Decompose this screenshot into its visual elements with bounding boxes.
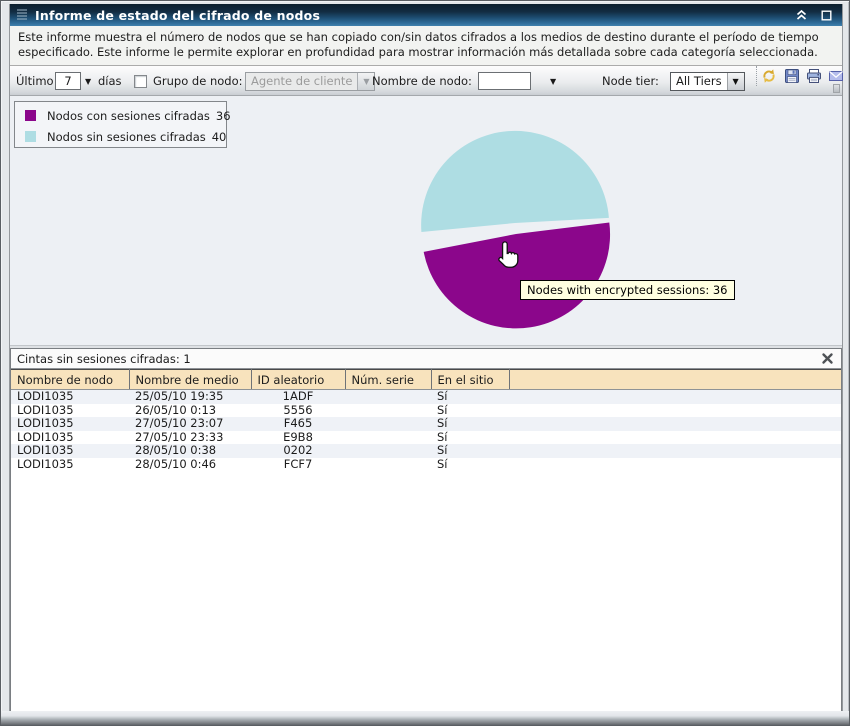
column-header[interactable] <box>509 370 841 390</box>
table-cell <box>345 417 431 431</box>
pie-chart[interactable] <box>10 96 842 345</box>
last-label: Último <box>16 66 54 96</box>
table-cell: 26/05/10 0:13 <box>129 404 251 418</box>
table-cell: 27/05/10 23:07 <box>129 417 251 431</box>
window-bottom-frame <box>1 711 849 725</box>
title-bar[interactable]: Informe de estado del cifrado de nodos <box>10 4 842 26</box>
table-cell: LODI1035 <box>11 390 129 404</box>
table-cell <box>345 404 431 418</box>
node-group-checkbox[interactable] <box>134 66 147 96</box>
drilldown-panel: Cintas sin sesiones cifradas: 1 Nombre d… <box>10 348 842 712</box>
table-cell: Sí <box>431 431 509 445</box>
print-icon[interactable] <box>804 66 824 86</box>
tapes-table[interactable]: Nombre de nodoNombre de medioID aleatori… <box>11 369 841 471</box>
table-cell: LODI1035 <box>11 458 129 472</box>
node-name-input[interactable] <box>478 66 531 96</box>
node-tier-combobox[interactable]: All Tiers ▼ <box>670 66 745 96</box>
close-icon[interactable] <box>819 351 835 367</box>
pie-slice-encrypted[interactable] <box>424 223 610 329</box>
days-label: días <box>98 66 122 96</box>
table-cell: 0202 <box>251 444 345 458</box>
table-cell: LODI1035 <box>11 404 129 418</box>
toolbar-grip <box>833 84 840 93</box>
column-header[interactable]: En el sitio <box>431 370 509 390</box>
table-cell <box>345 444 431 458</box>
table-cell: Sí <box>431 444 509 458</box>
table-cell: 1ADF <box>251 390 345 404</box>
table-cell: 27/05/10 23:33 <box>129 431 251 445</box>
table-cell <box>345 390 431 404</box>
table-row[interactable]: LODI103528/05/10 0:380202 Sí <box>11 444 841 458</box>
table-cell: LODI1035 <box>11 444 129 458</box>
column-header[interactable]: Nombre de medio <box>129 370 251 390</box>
panel-title-bar: Cintas sin sesiones cifradas: 1 <box>11 349 841 369</box>
chart-area: Nodos con sesiones cifradas36Nodos sin s… <box>10 96 842 345</box>
table-row[interactable]: LODI103527/05/10 23:07F465 Sí <box>11 417 841 431</box>
column-header[interactable]: Nombre de nodo <box>11 370 129 390</box>
table-cell: 25/05/10 19:35 <box>129 390 251 404</box>
table-cell <box>509 417 841 431</box>
table-cell: Sí <box>431 404 509 418</box>
grip-icon <box>16 6 28 25</box>
table-row[interactable]: LODI103525/05/10 19:351ADF Sí <box>11 390 841 404</box>
chevron-down-icon[interactable]: ▼ <box>727 73 744 90</box>
table-cell: 5556 <box>251 404 345 418</box>
panel-title: Cintas sin sesiones cifradas: 1 <box>17 352 819 366</box>
column-header[interactable]: ID aleatorio <box>251 370 345 390</box>
toolbar-separator <box>756 66 758 86</box>
node-tier-value[interactable]: All Tiers <box>671 73 727 90</box>
node-group-value: Agente de cliente <box>246 73 357 90</box>
table-cell: 28/05/10 0:38 <box>129 444 251 458</box>
table-cell <box>509 444 841 458</box>
table-cell: Sí <box>431 458 509 472</box>
node-group-label: Grupo de nodo: <box>153 66 242 96</box>
table-cell: 28/05/10 0:46 <box>129 458 251 472</box>
maximize-icon[interactable] <box>816 5 836 25</box>
filter-toolbar: Último 7 ▼ días Grupo de nodo: Agente de… <box>10 66 842 96</box>
collapse-chevrons-icon[interactable] <box>791 5 811 25</box>
node-tier-label: Node tier: <box>602 66 659 96</box>
table-cell <box>509 390 841 404</box>
table-cell <box>509 404 841 418</box>
table-cell <box>345 431 431 445</box>
days-value[interactable]: 7 <box>55 72 81 90</box>
report-description: Este informe muestra el número de nodos … <box>10 26 842 66</box>
table-cell: F465 <box>251 417 345 431</box>
table-row[interactable]: LODI103526/05/10 0:135556 Sí <box>11 404 841 418</box>
chart-tooltip: Nodes with encrypted sessions: 36 <box>520 280 735 300</box>
table-cell <box>509 431 841 445</box>
table-row[interactable]: LODI103527/05/10 23:33E9B8 Sí <box>11 431 841 445</box>
report-window: Informe de estado del cifrado de nodos <box>0 0 850 726</box>
window-title: Informe de estado del cifrado de nodos <box>35 8 791 23</box>
table-cell: E9B8 <box>251 431 345 445</box>
window-content: Informe de estado del cifrado de nodos <box>9 4 843 712</box>
column-header[interactable]: Núm. serie <box>345 370 431 390</box>
refresh-icon[interactable] <box>759 66 779 86</box>
table-cell: LODI1035 <box>11 417 129 431</box>
node-name-label: Nombre de nodo: <box>372 66 472 96</box>
description-line-1: Este informe muestra el número de nodos … <box>18 30 834 45</box>
save-icon[interactable] <box>782 66 802 86</box>
table-cell <box>509 458 841 472</box>
table-cell: Sí <box>431 390 509 404</box>
table-cell: LODI1035 <box>11 431 129 445</box>
node-group-dropdown: Agente de cliente ▼ <box>245 66 375 96</box>
days-combobox[interactable]: 7 ▼ <box>55 66 91 96</box>
node-name-dropdown-icon[interactable]: ▼ <box>550 66 556 96</box>
pie-slice-unencrypted[interactable] <box>421 131 609 232</box>
table-row[interactable]: LODI103528/05/10 0:46FCF7 Sí <box>11 458 841 472</box>
table-cell: Sí <box>431 417 509 431</box>
email-icon[interactable] <box>826 66 846 86</box>
table-cell <box>345 458 431 472</box>
chevron-down-icon[interactable]: ▼ <box>85 77 91 86</box>
description-line-2: especificado. Este informe le permite ex… <box>18 45 834 60</box>
table-cell: FCF7 <box>251 458 345 472</box>
